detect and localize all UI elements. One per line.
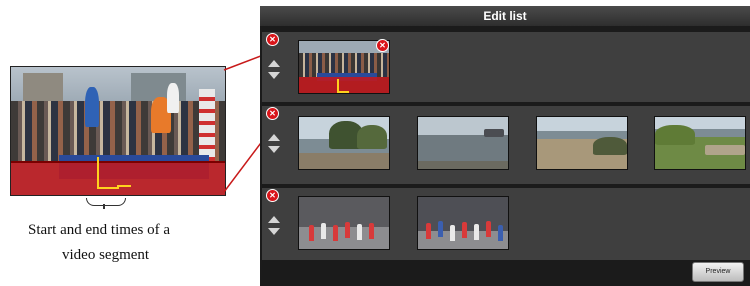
curly-brace-tip [103,204,105,209]
window-title: Edit list [260,6,750,26]
edit-list-window: Edit list ✕ ✕ ✕ ✕ Preview [260,6,750,286]
segment-row-3: ✕ [262,188,750,260]
clip-thumbnail[interactable] [654,116,746,170]
clip-thumbnail[interactable] [536,116,628,170]
move-up-arrow-icon[interactable] [268,216,280,223]
move-down-arrow-icon[interactable] [268,228,280,235]
person [167,83,179,113]
curly-brace [86,198,126,206]
delete-segment-button[interactable]: ✕ [266,189,279,202]
preview-button[interactable]: Preview [692,262,744,282]
clip-thumbnail[interactable] [298,116,390,170]
delete-segment-button[interactable]: ✕ [266,33,279,46]
clip-thumbnail[interactable] [417,196,509,250]
zoomed-thumbnail [10,66,226,196]
person [85,87,99,127]
move-down-arrow-icon[interactable] [268,146,280,153]
clip-thumbnail[interactable] [298,196,390,250]
delete-segment-button[interactable]: ✕ [266,107,279,120]
delete-clip-button[interactable]: ✕ [376,39,389,52]
move-up-arrow-icon[interactable] [268,60,280,67]
caption-line-1: Start and end times of a [28,222,171,238]
crowd [11,101,225,163]
segment-start-marker [97,157,119,189]
segment-end-marker [117,185,131,187]
move-down-arrow-icon[interactable] [268,72,280,79]
striped-pillar [199,89,215,161]
segment-row-1: ✕ ✕ [262,32,750,102]
move-up-arrow-icon[interactable] [268,134,280,141]
caption-line-2: video segment [62,247,150,263]
clip-thumbnail[interactable] [417,116,509,170]
segment-row-2: ✕ [262,106,750,184]
caption: Start and end times of a video segment [28,218,170,268]
